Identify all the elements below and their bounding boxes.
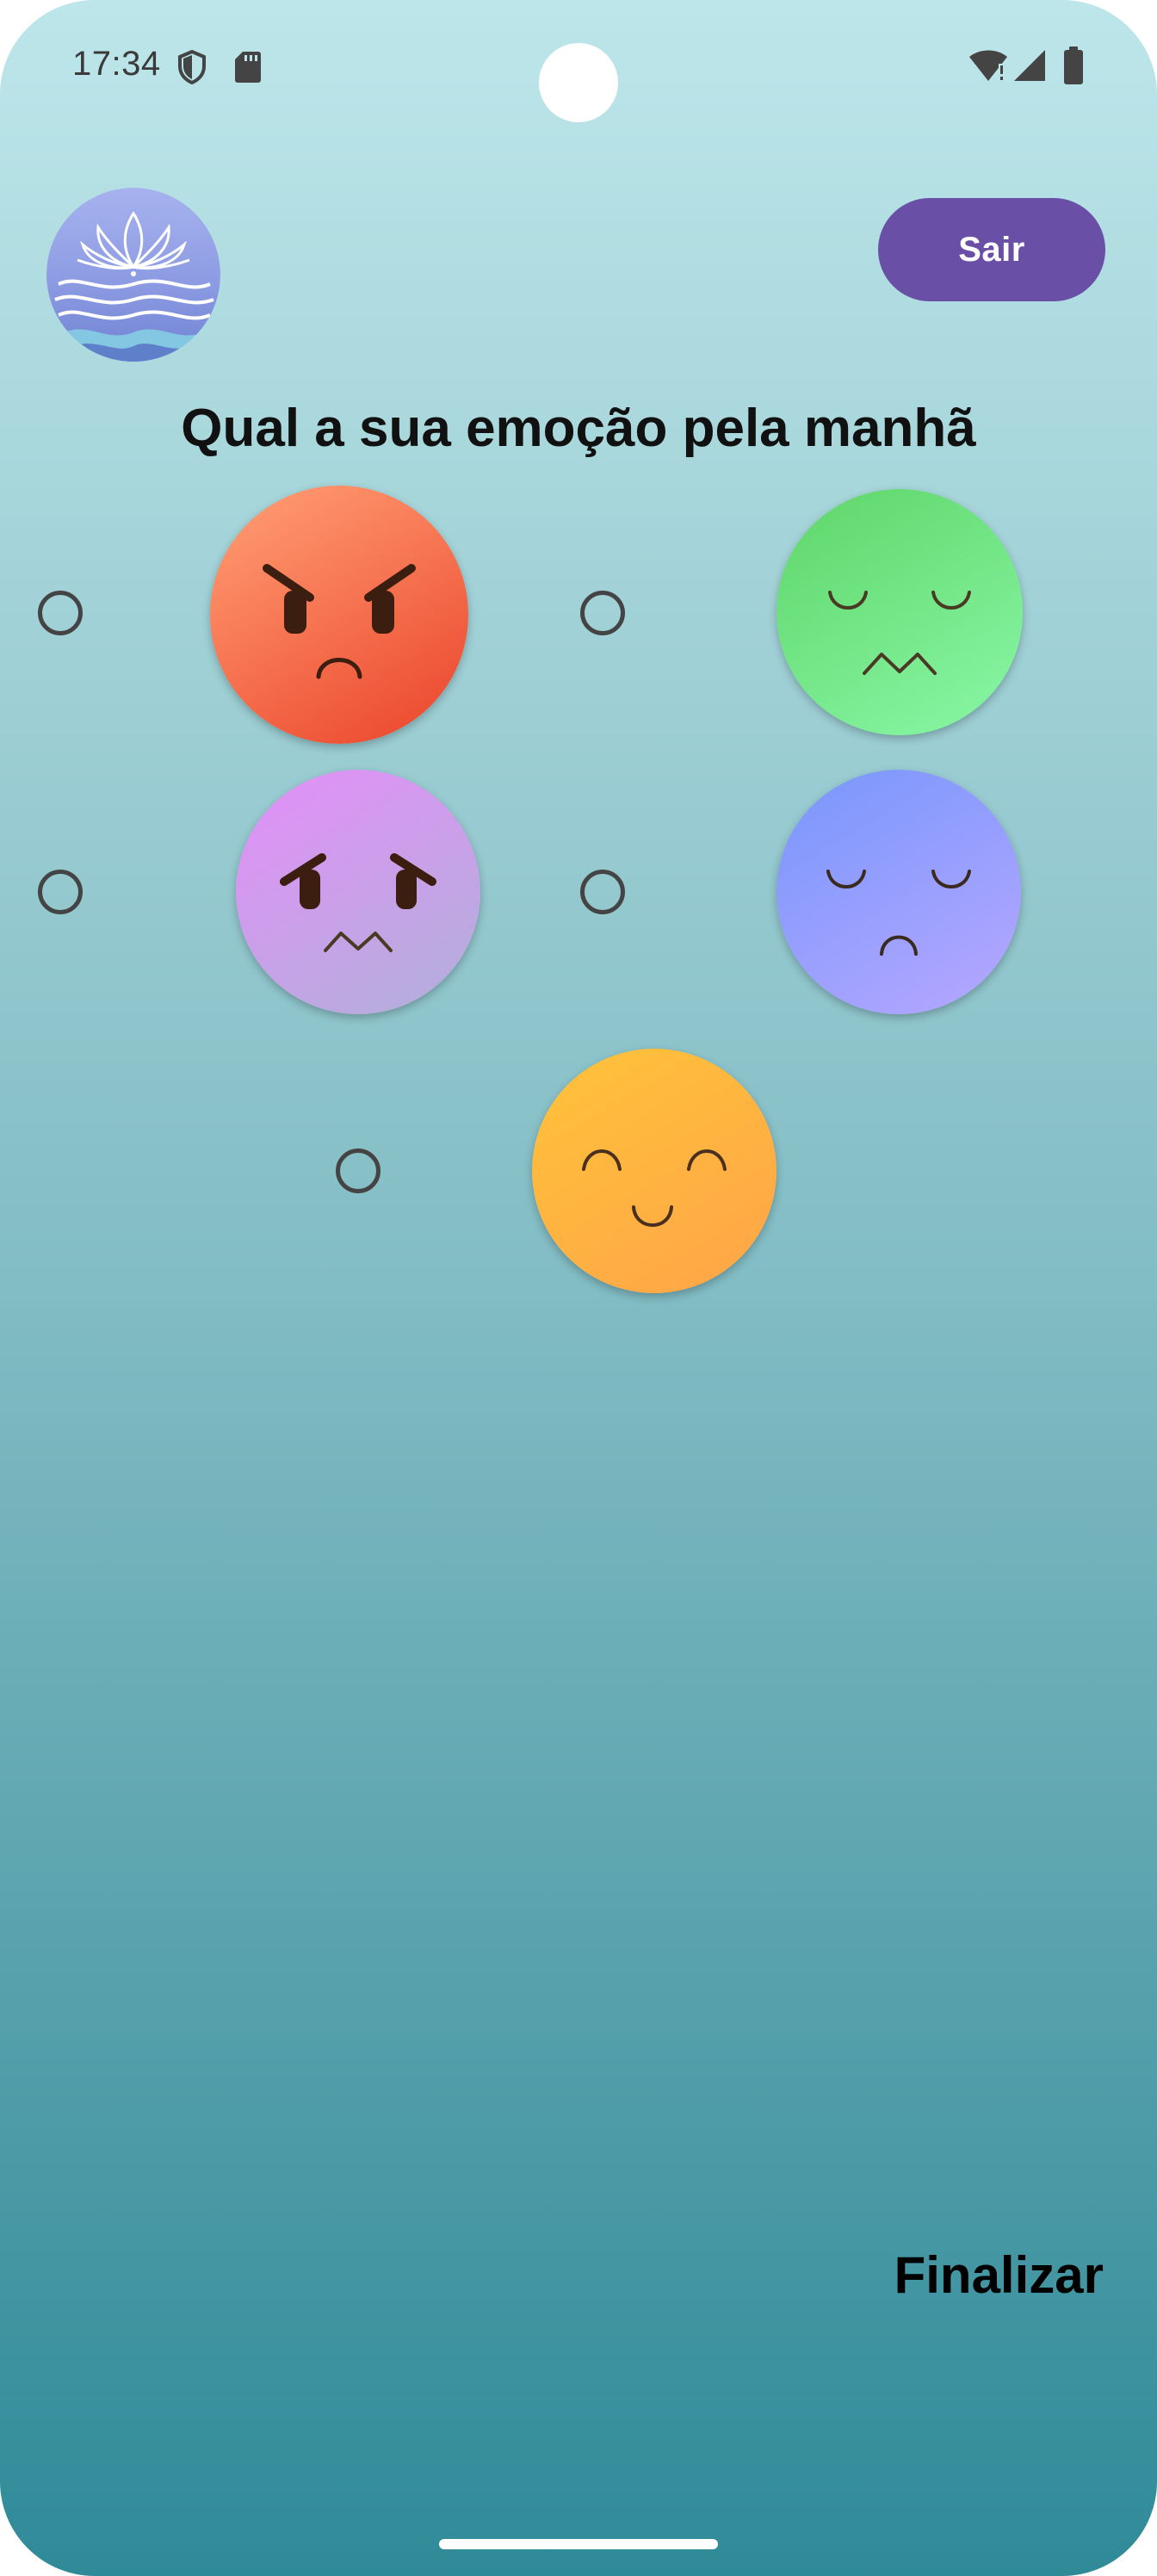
- wifi-icon: [969, 50, 1007, 81]
- fearful-face-icon: [236, 770, 480, 1014]
- finish-button[interactable]: Finalizar: [894, 2245, 1104, 2305]
- disgusted-face-icon: [776, 489, 1023, 735]
- camera-cutout: [539, 43, 618, 122]
- emotion-sad[interactable]: [776, 770, 1021, 1014]
- question-title: Qual a sua emoção pela manhã: [181, 399, 976, 458]
- signal-icon: [1014, 50, 1045, 81]
- radio-disgusted[interactable]: [580, 591, 625, 635]
- emotion-happy[interactable]: [532, 1049, 776, 1293]
- status-time: 17:34: [72, 45, 161, 83]
- radio-sad[interactable]: [580, 870, 625, 914]
- emotion-disgusted[interactable]: [776, 489, 1023, 735]
- battery-icon: [1064, 46, 1083, 84]
- sad-face-icon: [776, 770, 1021, 1014]
- shield-icon: [178, 50, 206, 84]
- emotion-fearful[interactable]: [236, 770, 480, 1014]
- app-screen: 17:34 Sair Qual a sua emoção pela manhã …: [0, 0, 1157, 2576]
- radio-fearful[interactable]: [38, 870, 83, 914]
- home-indicator[interactable]: [439, 2539, 718, 2549]
- sd-card-icon: [235, 52, 261, 83]
- radio-angry[interactable]: [38, 591, 83, 635]
- emotion-angry[interactable]: [210, 486, 468, 744]
- angry-face-icon: [210, 486, 468, 744]
- happy-face-icon: [532, 1049, 776, 1293]
- app-logo: [46, 188, 220, 362]
- exit-button[interactable]: Sair: [878, 198, 1105, 301]
- radio-happy[interactable]: [336, 1149, 381, 1193]
